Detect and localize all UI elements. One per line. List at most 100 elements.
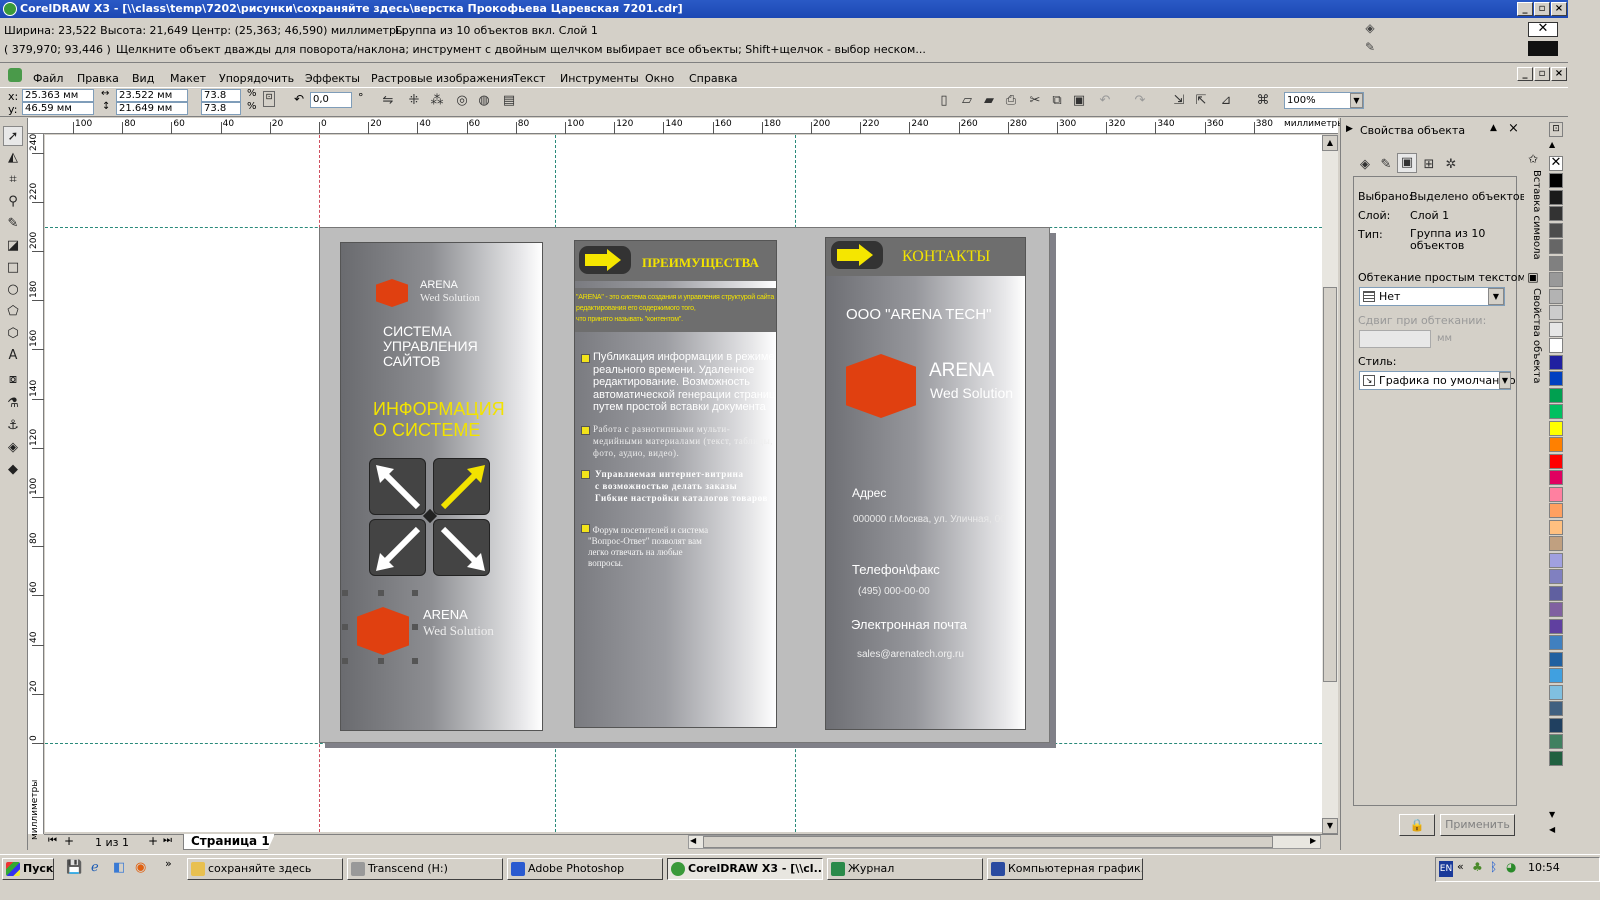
palette-swatch[interactable] [1549,734,1563,749]
object-properties-tab-icon[interactable]: ▣ [1524,270,1542,286]
palette-swatch[interactable] [1549,206,1563,221]
style-dropdown-icon[interactable]: ▼ [1499,372,1511,389]
smart-fill-tool-icon[interactable]: ◪ [3,236,23,256]
palette-swatch[interactable] [1549,684,1563,700]
zoom-dropdown-chevron-icon[interactable]: ▼ [1350,93,1363,108]
taskbar-item-transcend[interactable]: Transcend (H:) [347,858,503,880]
palette-swatch[interactable] [1549,519,1563,535]
menu-layout[interactable]: Макет [170,70,206,88]
basic-shapes-tool-icon[interactable]: ⬡ [3,324,23,344]
palette-scroll-down-icon[interactable]: ▼ [1549,810,1555,819]
palette-swatch[interactable] [1549,585,1563,601]
rectangle-tool-icon[interactable]: □ [3,258,23,278]
scroll-right-icon[interactable]: ▶ [1310,836,1316,845]
outline-color-swatch[interactable] [1528,41,1558,56]
quicklaunch-more[interactable]: » [165,857,172,870]
menu-tools[interactable]: Инструменты [560,70,639,88]
taskbar-item-photoshop[interactable]: Adobe Photoshop [507,858,663,880]
welcome-screen-icon[interactable]: ⌘ [1253,91,1273,111]
menu-file[interactable]: Файл [33,70,63,88]
ungroup-icon[interactable]: ⁜ [404,91,424,111]
palette-swatch[interactable] [1549,371,1563,386]
break-apart-icon[interactable]: ◍ [474,91,494,111]
palette-swatch[interactable] [1549,750,1563,766]
firefox-quicklaunch-icon[interactable]: ◉ [135,860,146,875]
arena-box-logo-selected-icon[interactable] [357,607,409,655]
start-button[interactable]: Пуск [2,858,54,880]
taskbar-item-word[interactable]: Компьютерная график... [987,858,1143,880]
menu-help[interactable]: Справка [689,70,737,88]
panel-advantages[interactable]: ПРЕИМУЩЕСТВА "ARENA" - это система созда… [574,240,777,728]
polygon-tool-icon[interactable]: ⬠ [3,302,23,322]
palette-swatch[interactable] [1549,717,1563,733]
align-icon[interactable]: ▤ [499,91,519,111]
palette-swatch[interactable] [1549,189,1563,205]
undo-icon[interactable]: ↶ [1095,91,1115,111]
palette-swatch[interactable] [1549,437,1563,452]
palette-swatch[interactable] [1549,272,1563,287]
shape-tool-icon[interactable]: ◭ [3,148,23,168]
palette-swatch[interactable] [1549,338,1563,353]
doc-close-button[interactable]: × [1551,67,1567,81]
interactive-blend-tool-icon[interactable]: ⧇ [3,370,23,390]
palette-swatch[interactable] [1549,321,1563,337]
antivirus-tray-icon[interactable]: ◕ [1506,860,1516,874]
palette-swatch[interactable] [1549,404,1563,419]
panel-cover[interactable]: ARENA Wed Solution СИСТЕМА УПРАВЛЕНИЯ СА… [340,242,543,731]
close-button[interactable]: × [1551,2,1567,16]
palette-swatch[interactable] [1549,668,1563,683]
palette-swatch[interactable] [1549,552,1563,568]
general-tab-icon[interactable]: ▣ [1397,153,1417,173]
fill-tool-icon[interactable]: ◈ [3,438,23,458]
scale-x-field[interactable]: 73.8 [201,89,241,102]
cut-icon[interactable]: ✂ [1025,91,1045,111]
scroll-down-icon[interactable]: ▼ [1322,818,1338,834]
no-fill-swatch-icon[interactable]: ✕ [1528,22,1558,37]
scroll-left-icon[interactable]: ◀ [690,836,696,845]
application-launcher-icon[interactable]: ⊿ [1216,91,1236,111]
interactive-fill-tool-icon[interactable]: ◆ [3,460,23,480]
combine-icon[interactable]: ◎ [452,91,472,111]
palette-swatch[interactable] [1549,420,1563,436]
palette-scroll-up-icon[interactable]: ▲ [1549,140,1555,149]
network-tray-icon[interactable]: ♣ [1472,860,1483,874]
outline-tab-icon[interactable]: ✎ [1376,155,1396,175]
page-tab[interactable]: Страница 1 [183,834,275,850]
fill-tab-icon[interactable]: ◈ [1355,155,1375,175]
menu-view[interactable]: Вид [132,70,154,88]
taskbar-item-folder[interactable]: сохраняйте здесь [187,858,343,880]
doc-minimize-button[interactable]: _ [1517,67,1533,81]
copy-icon[interactable]: ⧉ [1047,91,1067,111]
paste-icon[interactable]: ▣ [1069,91,1089,111]
save-icon[interactable]: ▰ [979,91,999,111]
taskbar-item-coreldraw[interactable]: CorelDRAW X3 - [\\cl... [667,858,823,880]
palette-swatch[interactable] [1549,305,1563,320]
first-page-icon[interactable]: ⏮ [48,835,57,846]
fill-bucket-icon[interactable]: ◈ [1363,21,1377,35]
menu-text[interactable]: Текст [513,70,546,88]
text-wrap-dropdown-icon[interactable]: ▼ [1488,288,1504,305]
last-page-icon[interactable]: ⏭ [163,835,172,846]
menu-edit[interactable]: Правка [77,70,119,88]
docker-close-icon[interactable]: × [1508,121,1519,136]
summary-tab-icon[interactable]: ✲ [1441,155,1461,175]
lock-ratio-icon[interactable]: ⊡ [263,91,275,107]
horizontal-ruler[interactable]: 100 80 60 40 20 0 20 40 60 80 100 120 140 160 180 200 22… [28,118,1338,134]
open-icon[interactable]: ▱ [957,91,977,111]
eyedropper-tool-icon[interactable]: ⚗ [3,394,23,414]
palette-swatch[interactable] [1549,651,1563,667]
palette-swatch[interactable] [1549,288,1563,304]
import-icon[interactable]: ⇲ [1169,91,1189,111]
export-icon[interactable]: ⇱ [1191,91,1211,111]
palette-expand-icon[interactable]: ◀ [1549,825,1555,834]
scale-y-field[interactable]: 73.8 [201,102,241,115]
save-quicklaunch-icon[interactable]: 💾 [66,860,82,875]
palette-swatch[interactable] [1549,239,1563,254]
print-icon[interactable]: ⎙ [1001,91,1021,111]
vertical-scroll-thumb[interactable] [1323,287,1337,682]
maximize-button[interactable]: ▫ [1534,2,1550,16]
selection-handle[interactable] [342,590,348,596]
new-document-icon[interactable]: ▯ [934,91,954,111]
docker-collapse-icon[interactable]: ▲ [1490,123,1497,133]
selection-handle[interactable] [342,624,348,630]
